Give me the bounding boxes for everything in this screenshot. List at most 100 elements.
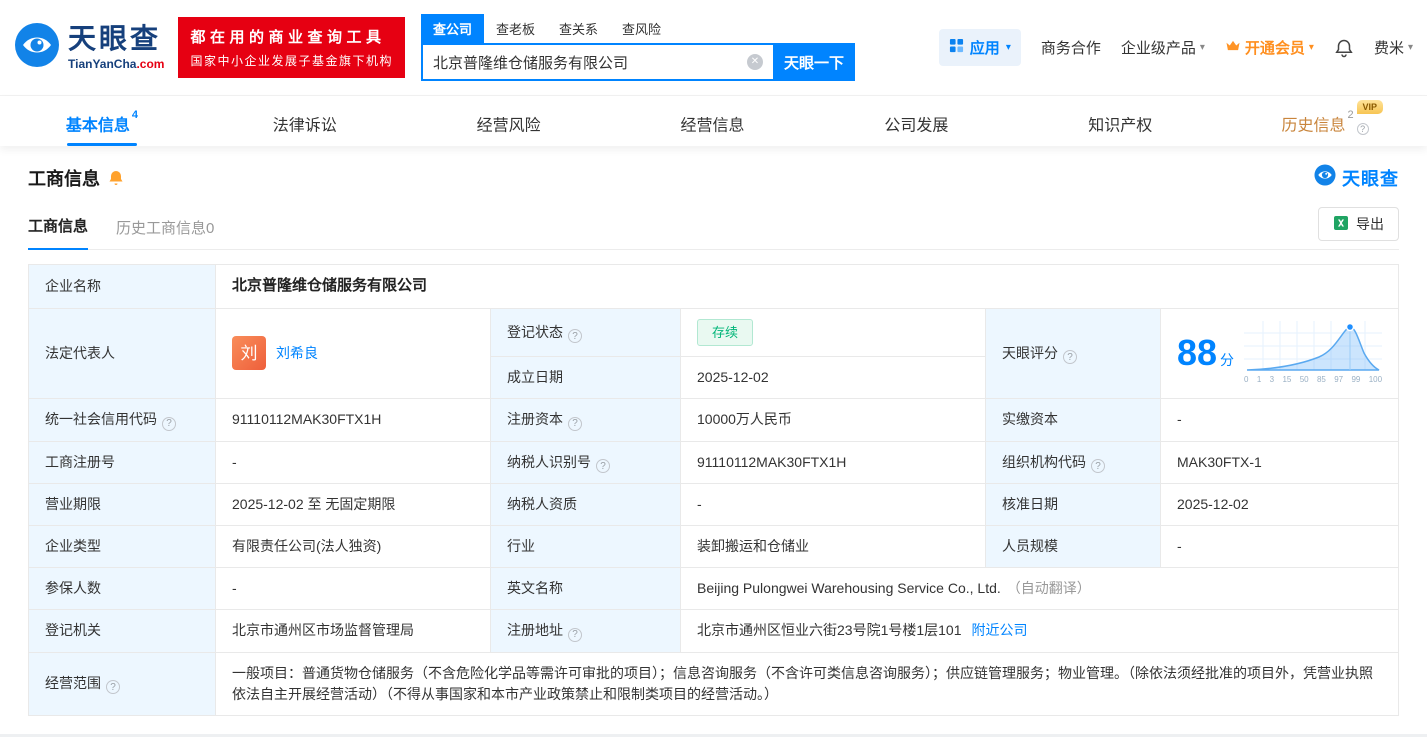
- chevron-down-icon: ▾: [1407, 42, 1413, 53]
- tab-label: 法律诉讼: [272, 117, 337, 135]
- eye-logo-icon: [1314, 164, 1336, 191]
- reg-capital-value: 10000万人民币: [680, 398, 986, 442]
- tab-label: 经营风险: [476, 117, 541, 135]
- field-label: 注册地址: [490, 609, 681, 653]
- score-chart-ticks: 0 1 3 15 50 85 97 99 100: [1244, 374, 1383, 384]
- apps-menu[interactable]: 应用 ▾: [938, 29, 1021, 66]
- paid-capital-value: -: [1160, 398, 1399, 442]
- subscribe-bell-icon[interactable]: [108, 170, 124, 186]
- field-label: 人员规模: [985, 525, 1161, 568]
- english-name-cell: Beijing Pulongwei Warehousing Service Co…: [680, 567, 1399, 610]
- excel-icon: [1333, 215, 1349, 234]
- tab-intellectual-property[interactable]: 知识产权: [1019, 96, 1223, 146]
- table-row: 企业类型 有限责任公司(法人独资) 行业 装卸搬运和仓储业 人员规模 -: [28, 525, 1399, 568]
- legal-rep-avatar[interactable]: 刘: [232, 336, 266, 371]
- field-label: 行业: [490, 525, 681, 568]
- tianyancha-logo[interactable]: 天眼查 TianYanCha.com: [14, 22, 164, 73]
- search-button[interactable]: 天眼一下: [773, 43, 855, 81]
- cooperation-label: 商务合作: [1040, 40, 1101, 57]
- help-icon[interactable]: [568, 329, 582, 343]
- auto-translate-note: （自动翻译）: [1006, 580, 1091, 596]
- field-label: 企业类型: [28, 525, 216, 568]
- tab-legal-proceedings[interactable]: 法律诉讼: [204, 96, 408, 146]
- legal-rep-link[interactable]: 刘希良: [276, 343, 318, 364]
- table-row: 参保人数 - 英文名称 Beijing Pulongwei Warehousin…: [28, 567, 1399, 610]
- help-icon[interactable]: [1356, 123, 1369, 136]
- help-icon[interactable]: [568, 416, 582, 431]
- subtab-business-info[interactable]: 工商信息: [28, 215, 89, 250]
- page: 天眼查 TianYanCha.com 都在用的商业查询工具 国家中小企业发展子基…: [0, 0, 1427, 737]
- help-icon[interactable]: [1091, 459, 1105, 473]
- reg-no-value: -: [215, 440, 491, 484]
- help-icon[interactable]: [1063, 350, 1077, 364]
- menu-enterprise-products[interactable]: 企业级产品 ▾: [1121, 37, 1205, 58]
- tab-operation-risk[interactable]: 经营风险: [408, 96, 612, 146]
- section-brand-logo[interactable]: 天眼查: [1314, 164, 1399, 191]
- approval-date-value: 2025-12-02: [1160, 483, 1399, 526]
- field-label: 经营范围: [28, 651, 216, 716]
- search-area: 查公司 查老板 查关系 查风险 天眼一下: [421, 14, 855, 81]
- help-icon[interactable]: [568, 627, 582, 642]
- table-row: 登记机关 北京市通州区市场监督管理局 注册地址 北京市通州区恒业六街23号院1号…: [28, 609, 1399, 653]
- section-title: 工商信息: [28, 168, 100, 189]
- tab-basic-info[interactable]: 基本信息4: [0, 96, 204, 146]
- field-label: 登记状态: [490, 307, 681, 357]
- subtab-history-business-info[interactable]: 历史工商信息0: [116, 217, 214, 250]
- tab-label: 经营信息: [680, 117, 745, 135]
- industry-value: 装卸搬运和仓储业: [680, 525, 986, 568]
- clear-search-icon[interactable]: [747, 54, 763, 70]
- vip-label: 开通会员: [1244, 40, 1305, 57]
- tab-operation-info[interactable]: 经营信息: [612, 96, 816, 146]
- nearby-companies-link[interactable]: 附近公司: [972, 622, 1028, 638]
- field-label: 统一社会信用代码: [28, 398, 216, 442]
- tab-label: 知识产权: [1088, 117, 1153, 135]
- apps-grid-icon: [949, 38, 964, 57]
- table-row: 法定代表人 刘 刘希良 登记状态 存续 天眼评分 88分: [28, 307, 1399, 399]
- field-label: 组织机构代码: [985, 440, 1161, 484]
- field-label: 成立日期: [490, 356, 681, 399]
- field-label: 核准日期: [985, 483, 1161, 526]
- tab-badge: 2: [1347, 109, 1354, 121]
- eye-logo-icon: [14, 22, 60, 73]
- search-tab-boss[interactable]: 查老板: [484, 14, 547, 43]
- tab-history-info[interactable]: VIP 历史信息2: [1223, 96, 1427, 146]
- reg-authority-value: 北京市通州区市场监督管理局: [215, 609, 491, 653]
- staff-size-value: -: [1160, 525, 1399, 568]
- menu-open-vip[interactable]: 开通会员 ▾: [1225, 37, 1314, 58]
- tab-company-development[interactable]: 公司发展: [815, 96, 1019, 146]
- business-term-value: 2025-12-02 至 无固定期限: [215, 483, 491, 526]
- help-icon[interactable]: [596, 459, 610, 473]
- search-tabs: 查公司 查老板 查关系 查风险: [421, 14, 855, 43]
- search-row: 天眼一下: [421, 43, 855, 81]
- score-cell: 88 分 0 1 3 15 50 85 97 99 100: [1160, 307, 1399, 399]
- banner-line1: 都在用的商业查询工具: [190, 29, 386, 46]
- export-label: 导出: [1356, 216, 1384, 232]
- logo-domain: TianYanCha.com: [68, 56, 165, 71]
- help-icon[interactable]: [106, 680, 120, 695]
- search-input[interactable]: [421, 43, 773, 81]
- table-row: 企业名称 北京普隆维仓储服务有限公司: [28, 264, 1399, 309]
- help-icon[interactable]: [162, 416, 176, 431]
- menu-cooperation[interactable]: 商务合作: [1041, 37, 1101, 58]
- tab-label: 基本信息: [65, 117, 130, 135]
- field-label: 纳税人识别号: [490, 440, 681, 484]
- search-tab-relation[interactable]: 查关系: [547, 14, 610, 43]
- field-label: 参保人数: [28, 567, 216, 610]
- credit-code-value: 91110112MAK30FTX1H: [215, 398, 491, 442]
- field-label: 英文名称: [490, 567, 681, 610]
- search-tab-risk[interactable]: 查风险: [610, 14, 673, 43]
- user-menu[interactable]: 费米 ▾: [1374, 37, 1413, 58]
- enterprise-label: 企业级产品: [1120, 40, 1196, 57]
- search-input-wrap: [421, 43, 773, 81]
- promo-banner: 都在用的商业查询工具 国家中小企业发展子基金旗下机构: [178, 17, 405, 78]
- subtabs-row: 工商信息 历史工商信息0 导出: [28, 207, 1399, 250]
- notification-bell-icon[interactable]: [1334, 38, 1354, 58]
- field-label: 工商注册号: [28, 440, 216, 484]
- business-info-section: 工商信息 天眼查 工商信息 历史工商信息0 导出 企业名称 北京普隆维仓储服务有…: [0, 146, 1427, 734]
- apps-label: 应用: [969, 40, 1000, 57]
- insured-count-value: -: [215, 567, 491, 610]
- page-bottom-spacer: [0, 733, 1427, 737]
- search-tab-company[interactable]: 查公司: [421, 14, 485, 43]
- export-button[interactable]: 导出: [1318, 207, 1399, 241]
- tab-badge: 4: [131, 109, 138, 121]
